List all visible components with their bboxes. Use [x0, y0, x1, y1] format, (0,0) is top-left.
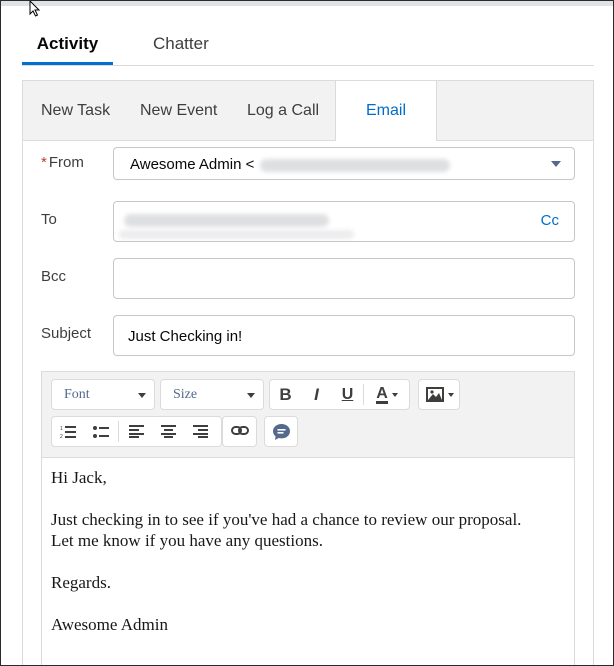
size-select-label: Size: [173, 387, 198, 402]
text-color-button[interactable]: A: [365, 380, 409, 409]
subject-value: Just Checking in!: [128, 328, 243, 345]
align-right-button[interactable]: [185, 417, 216, 446]
align-right-icon: [193, 425, 208, 438]
email-greeting: Hi Jack,: [51, 468, 107, 487]
from-label: * From: [41, 154, 84, 171]
tab-log-a-call[interactable]: Log a Call: [247, 81, 319, 140]
email-line-1: Just checking in to see if you've had a …: [51, 510, 522, 529]
bulleted-list-button[interactable]: [85, 417, 116, 446]
main-tabs: Activity Chatter: [22, 27, 594, 66]
numbered-list-button[interactable]: 1 2: [52, 417, 83, 446]
chevron-down-icon: [247, 393, 255, 398]
tab-new-task[interactable]: New Task: [41, 81, 110, 140]
svg-text:1: 1: [60, 426, 63, 432]
redacted-email: [260, 159, 450, 172]
insert-image-button[interactable]: [418, 379, 460, 410]
to-field[interactable]: Cc: [113, 201, 575, 242]
chevron-down-icon: [551, 161, 561, 167]
tab-email[interactable]: Email: [335, 81, 437, 141]
email-line-2: Let me know if you have any questions.: [51, 531, 323, 550]
rich-text-editor: Font Size B I U A 1 2 Hi Jack, Just chec…: [41, 371, 575, 665]
activity-publisher: New Task New Event Log a Call Email * Fro…: [22, 80, 594, 665]
from-select[interactable]: Awesome Admin <: [113, 147, 575, 180]
required-marker: *: [41, 154, 47, 171]
window-frame: Activity Chatter New Task New Event Log …: [0, 0, 614, 666]
italic-button[interactable]: I: [301, 380, 332, 409]
numbered-list-icon: 1 2: [60, 425, 76, 439]
cc-link[interactable]: Cc: [541, 212, 559, 229]
bold-button[interactable]: B: [270, 380, 301, 409]
bcc-field[interactable]: [113, 258, 575, 299]
toolbar-divider: [363, 384, 364, 405]
quick-text-icon: [273, 424, 290, 440]
email-signature: Awesome Admin: [51, 615, 168, 634]
bold-icon: B: [279, 384, 292, 404]
email-body[interactable]: Hi Jack, Just checking in to see if you'…: [51, 467, 561, 656]
publisher-tabs: New Task New Event Log a Call Email: [23, 81, 593, 141]
font-select[interactable]: Font: [51, 379, 155, 410]
toolbar-divider: [118, 421, 119, 442]
tab-new-event[interactable]: New Event: [140, 81, 217, 140]
redacted-recipient-pill: [124, 214, 329, 227]
text-color-icon: A: [376, 384, 388, 404]
to-label: To: [41, 211, 57, 228]
quick-text-button[interactable]: [264, 416, 298, 447]
editor-toolbar: Font Size B I U A 1 2: [42, 372, 574, 458]
email-closing: Regards.: [51, 573, 111, 592]
bcc-label: Bcc: [41, 268, 67, 285]
align-center-icon: [161, 425, 176, 438]
subject-input[interactable]: Just Checking in!: [113, 315, 575, 356]
from-label-text: From: [48, 154, 84, 171]
size-select[interactable]: Size: [160, 379, 264, 410]
top-strip: [1, 1, 613, 6]
tab-activity[interactable]: Activity: [22, 27, 113, 65]
link-icon: [231, 426, 249, 435]
mouse-cursor-icon: [29, 1, 41, 17]
image-icon: [426, 387, 444, 402]
italic-icon: I: [314, 384, 319, 404]
format-button-group: B I U A: [269, 379, 410, 410]
svg-text:2: 2: [60, 434, 63, 439]
insert-link-button[interactable]: [222, 416, 257, 447]
align-left-button[interactable]: [121, 417, 152, 446]
align-center-button[interactable]: [153, 417, 184, 446]
align-left-icon: [129, 425, 144, 438]
bulleted-list-icon: [92, 425, 109, 438]
paragraph-button-group: 1 2: [51, 416, 222, 447]
chevron-down-icon: [391, 392, 398, 397]
redacted-shadow: [119, 230, 354, 239]
subject-label: Subject: [41, 325, 92, 342]
chevron-down-icon: [448, 393, 454, 397]
from-value: Awesome Admin <: [130, 156, 255, 173]
underline-icon: U: [341, 385, 354, 403]
tab-chatter[interactable]: Chatter: [153, 27, 217, 65]
chevron-down-icon: [138, 393, 146, 398]
underline-button[interactable]: U: [332, 380, 363, 409]
font-select-label: Font: [64, 387, 90, 402]
